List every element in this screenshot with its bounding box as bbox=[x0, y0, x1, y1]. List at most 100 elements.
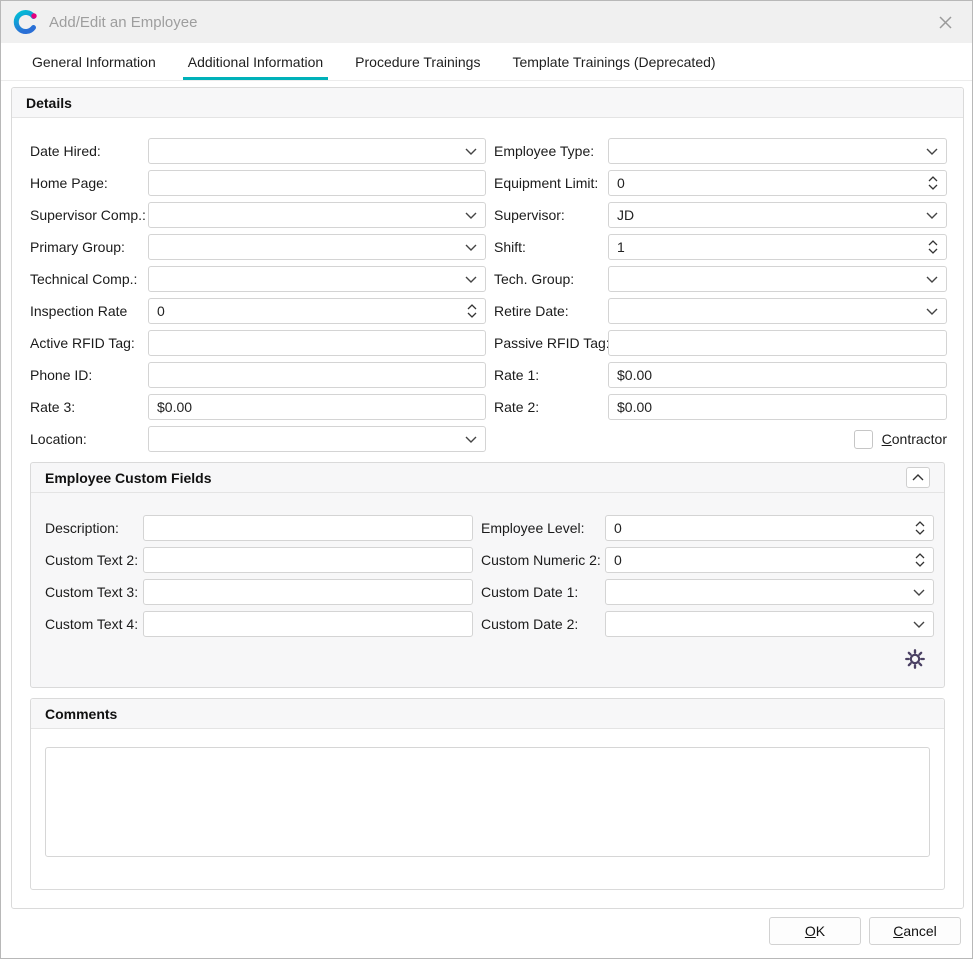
tab-procedure-trainings[interactable]: Procedure Trainings bbox=[339, 43, 496, 80]
rate2-label: Rate 2: bbox=[486, 399, 608, 415]
custom-date1-input[interactable] bbox=[605, 579, 934, 605]
chevron-down-icon[interactable] bbox=[465, 426, 477, 452]
active-rfid-label: Active RFID Tag: bbox=[30, 335, 148, 351]
comments-title: Comments bbox=[45, 706, 117, 722]
retire-date-input[interactable] bbox=[608, 298, 947, 324]
location-combobox[interactable] bbox=[148, 426, 486, 452]
chevron-down-icon[interactable] bbox=[465, 202, 477, 228]
details-title: Details bbox=[26, 95, 72, 111]
phone-id-field[interactable] bbox=[148, 362, 486, 388]
date-hired-input[interactable] bbox=[148, 138, 486, 164]
chevron-down-icon[interactable] bbox=[465, 266, 477, 292]
inspection-rate-input[interactable] bbox=[148, 298, 486, 324]
tab-template-trainings[interactable]: Template Trainings (Deprecated) bbox=[496, 43, 731, 80]
chevron-down-icon[interactable] bbox=[465, 138, 477, 164]
employee-type-combobox[interactable] bbox=[608, 138, 947, 164]
custom-date2-input[interactable] bbox=[605, 611, 934, 637]
chevron-down-icon[interactable] bbox=[913, 579, 925, 605]
tech-group-combobox[interactable] bbox=[608, 266, 947, 292]
active-rfid-field[interactable] bbox=[148, 330, 486, 356]
spinner-down-icon[interactable] bbox=[915, 529, 925, 535]
contractor-checkbox[interactable] bbox=[854, 430, 873, 449]
chevron-down-icon[interactable] bbox=[926, 266, 938, 292]
rate3-field[interactable] bbox=[148, 394, 486, 420]
custom-text2-input[interactable] bbox=[143, 547, 473, 573]
tab-additional-information[interactable]: Additional Information bbox=[172, 43, 339, 80]
date-hired-combobox[interactable] bbox=[148, 138, 486, 164]
chevron-down-icon[interactable] bbox=[926, 138, 938, 164]
tab-general-information[interactable]: General Information bbox=[16, 43, 172, 80]
rate2-input[interactable] bbox=[608, 394, 947, 420]
cancel-button[interactable]: Cancel bbox=[869, 917, 961, 945]
passive-rfid-input[interactable] bbox=[608, 330, 947, 356]
spinner-up-icon[interactable] bbox=[928, 240, 938, 246]
rate3-input[interactable] bbox=[148, 394, 486, 420]
technical-comp-input[interactable] bbox=[148, 266, 486, 292]
chevron-down-icon[interactable] bbox=[926, 298, 938, 324]
chevron-down-icon[interactable] bbox=[465, 234, 477, 260]
tech-group-input[interactable] bbox=[608, 266, 947, 292]
shift-spinner[interactable] bbox=[608, 234, 947, 260]
ok-button[interactable]: OK bbox=[769, 917, 861, 945]
spinner-down-icon[interactable] bbox=[928, 184, 938, 190]
supervisor-comp-input[interactable] bbox=[148, 202, 486, 228]
equipment-limit-spinner[interactable] bbox=[608, 170, 947, 196]
employee-type-input[interactable] bbox=[608, 138, 947, 164]
rate1-field[interactable] bbox=[608, 362, 947, 388]
supervisor-label: Supervisor: bbox=[486, 207, 608, 223]
rate2-field[interactable] bbox=[608, 394, 947, 420]
home-page-label: Home Page: bbox=[30, 175, 148, 191]
shift-input[interactable] bbox=[608, 234, 947, 260]
comments-textarea[interactable] bbox=[45, 747, 930, 857]
supervisor-comp-combobox[interactable] bbox=[148, 202, 486, 228]
spinner-down-icon[interactable] bbox=[928, 248, 938, 254]
technical-comp-combobox[interactable] bbox=[148, 266, 486, 292]
custom-text3-input[interactable] bbox=[143, 579, 473, 605]
passive-rfid-field[interactable] bbox=[608, 330, 947, 356]
supervisor-combobox[interactable] bbox=[608, 202, 947, 228]
description-input[interactable] bbox=[143, 515, 473, 541]
custom-text3-field[interactable] bbox=[143, 579, 473, 605]
employee-level-input[interactable] bbox=[605, 515, 934, 541]
inspection-rate-spinner[interactable] bbox=[148, 298, 486, 324]
custom-text4-input[interactable] bbox=[143, 611, 473, 637]
custom-text2-field[interactable] bbox=[143, 547, 473, 573]
employee-level-spinner[interactable] bbox=[605, 515, 934, 541]
spinner-up-icon[interactable] bbox=[928, 176, 938, 182]
close-button[interactable] bbox=[930, 7, 960, 37]
primary-group-combobox[interactable] bbox=[148, 234, 486, 260]
primary-group-input[interactable] bbox=[148, 234, 486, 260]
rate1-input[interactable] bbox=[608, 362, 947, 388]
tab-bar: General Information Additional Informati… bbox=[1, 43, 972, 81]
shift-label: Shift: bbox=[486, 239, 608, 255]
form-row: Home Page: Equipment Limit: bbox=[30, 170, 945, 196]
custom-date2-combobox[interactable] bbox=[605, 611, 934, 637]
spinner-up-icon[interactable] bbox=[915, 553, 925, 559]
supervisor-input[interactable] bbox=[608, 202, 947, 228]
custom-text4-field[interactable] bbox=[143, 611, 473, 637]
spinner-up-icon[interactable] bbox=[915, 521, 925, 527]
collapse-button[interactable] bbox=[906, 467, 930, 488]
chevron-down-icon[interactable] bbox=[926, 202, 938, 228]
custom-date1-combobox[interactable] bbox=[605, 579, 934, 605]
custom-text2-label: Custom Text 2: bbox=[45, 552, 143, 568]
active-rfid-input[interactable] bbox=[148, 330, 486, 356]
chevron-down-icon[interactable] bbox=[913, 611, 925, 637]
form-row: Supervisor Comp.: Supervisor: bbox=[30, 202, 945, 228]
phone-id-input[interactable] bbox=[148, 362, 486, 388]
custom-fields-title: Employee Custom Fields bbox=[45, 470, 211, 486]
equipment-limit-input[interactable] bbox=[608, 170, 947, 196]
contractor-label: Contractor bbox=[882, 431, 947, 447]
custom-numeric2-spinner[interactable] bbox=[605, 547, 934, 573]
custom-numeric2-input[interactable] bbox=[605, 547, 934, 573]
home-page-field[interactable] bbox=[148, 170, 486, 196]
spinner-down-icon[interactable] bbox=[915, 561, 925, 567]
retire-date-combobox[interactable] bbox=[608, 298, 947, 324]
settings-button[interactable] bbox=[905, 649, 925, 669]
spinner-up-icon[interactable] bbox=[467, 304, 477, 310]
description-field[interactable] bbox=[143, 515, 473, 541]
custom-fields-body: Description: Employee Level: Custom bbox=[31, 493, 944, 687]
spinner-down-icon[interactable] bbox=[467, 312, 477, 318]
location-input[interactable] bbox=[148, 426, 486, 452]
home-page-input[interactable] bbox=[148, 170, 486, 196]
